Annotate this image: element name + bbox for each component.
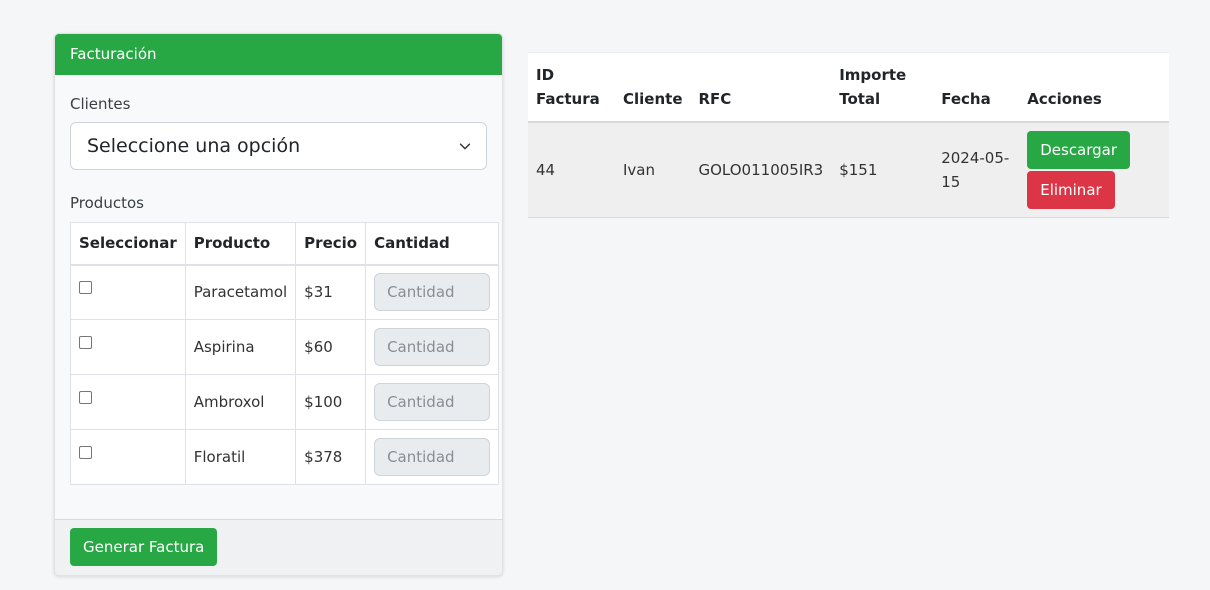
table-row: Floratil $378 [70,429,500,485]
column-header-importe-line2: Total [839,90,881,108]
column-header-id-factura: ID Factura [528,52,615,123]
product-name: Paracetamol [184,264,297,320]
invoices-table-header-row: ID Factura Cliente RFC Importe Total Fec… [528,52,1169,123]
column-header-precio: Precio [295,222,367,266]
quantity-input[interactable] [374,383,491,421]
column-header-acciones: Acciones [1019,52,1169,123]
clients-select-value: Seleccione una opción [87,135,301,157]
product-price: $60 [295,319,367,375]
billing-card: Facturación Clientes Seleccione una opci… [54,33,503,576]
column-header-rfc: RFC [690,52,832,123]
product-price: $378 [295,429,367,485]
select-product-checkbox[interactable] [79,280,92,294]
table-row: Paracetamol $31 [70,264,500,320]
products-table-header-row: Seleccionar Producto Precio Cantidad [70,222,500,266]
table-row: 44 Ivan GOLO011005IR3 $151 2024-05-15 De… [528,122,1169,218]
product-name: Floratil [184,429,297,485]
product-price: $31 [295,264,367,320]
billing-card-footer: Generar Factura [55,519,502,575]
table-row: Aspirina $60 [70,319,500,375]
column-header-id-line1: ID [536,66,555,84]
quantity-input[interactable] [374,328,491,366]
invoice-actions: Descargar Eliminar [1027,131,1161,209]
products-label: Productos [70,194,144,212]
chevron-down-icon [459,143,471,150]
column-header-importe-total: Importe Total [831,52,934,123]
product-price: $100 [295,374,367,430]
column-header-cliente: Cliente [615,52,691,123]
column-header-cantidad: Cantidad [365,222,500,266]
billing-card-body: Clientes Seleccione una opción Productos… [55,95,502,485]
clients-label: Clientes [70,95,131,113]
invoice-id: 44 [528,122,615,218]
generate-invoice-button[interactable]: Generar Factura [70,528,218,566]
column-header-producto: Producto [184,222,297,266]
billing-card-header: Facturación [55,34,502,75]
clients-select[interactable]: Seleccione una opción [70,122,487,170]
select-product-checkbox[interactable] [79,390,92,404]
invoice-rfc: GOLO011005IR3 [690,122,832,218]
column-header-seleccionar: Seleccionar [70,222,186,266]
column-header-fecha: Fecha [933,52,1020,123]
quantity-input[interactable] [374,273,491,312]
invoices-table: ID Factura Cliente RFC Importe Total Fec… [528,52,1169,218]
products-table: Seleccionar Producto Precio Cantidad Par… [70,222,500,485]
download-button[interactable]: Descargar [1027,131,1131,169]
invoice-total: $151 [831,122,934,218]
invoice-client: Ivan [615,122,691,218]
select-product-checkbox[interactable] [79,335,92,349]
select-product-checkbox[interactable] [79,445,92,459]
column-header-id-line2: Factura [536,90,600,108]
invoice-date: 2024-05-15 [941,149,1010,191]
product-name: Aspirina [184,319,297,375]
delete-button[interactable]: Eliminar [1027,171,1115,209]
column-header-importe-line1: Importe [839,66,907,84]
quantity-input[interactable] [374,438,491,476]
table-row: Ambroxol $100 [70,374,500,430]
product-name: Ambroxol [184,374,297,430]
